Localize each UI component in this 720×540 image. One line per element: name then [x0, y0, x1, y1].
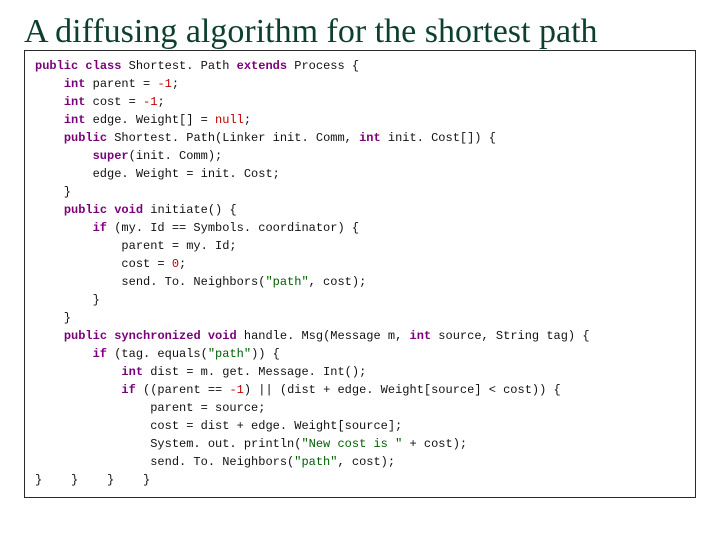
code-text: parent =	[85, 77, 157, 91]
code-block: public class Shortest. Path extends Proc…	[35, 57, 685, 489]
code-text: , cost);	[309, 275, 367, 289]
code-text: ;	[244, 113, 251, 127]
code-text: ;	[179, 257, 186, 271]
kw-if: if	[93, 347, 107, 361]
slide-title: A diffusing algorithm for the shortest p…	[24, 14, 696, 54]
str: "path"	[294, 455, 337, 469]
code-text: edge. Weight[] =	[85, 113, 215, 127]
kw-null: null	[215, 113, 244, 127]
code-text: System. out. println(	[35, 437, 301, 451]
kw-class: class	[85, 59, 121, 73]
kw-int: int	[64, 95, 86, 109]
kw-int: int	[64, 113, 86, 127]
code-text: cost =	[85, 95, 143, 109]
code-text: , cost);	[337, 455, 395, 469]
kw-public: public	[64, 131, 107, 145]
code-text: dist = m. get. Message. Int();	[143, 365, 366, 379]
code-text: source, String tag) {	[431, 329, 589, 343]
code-text: cost =	[35, 257, 172, 271]
code-text: ((parent ==	[136, 383, 230, 397]
code-text: )) {	[251, 347, 280, 361]
code-text: ) || (dist + edge. Weight[source] < cost…	[244, 383, 561, 397]
code-text: }	[35, 185, 71, 199]
code-text: ;	[172, 77, 179, 91]
code-text: initiate() {	[143, 203, 237, 217]
code-text: send. To. Neighbors(	[35, 455, 294, 469]
num: -1	[143, 95, 157, 109]
kw-synchronized: synchronized	[114, 329, 200, 343]
num: -1	[229, 383, 243, 397]
code-text: + cost);	[402, 437, 467, 451]
kw-int: int	[121, 365, 143, 379]
kw-public: public	[35, 59, 78, 73]
code-text: Shortest. Path	[121, 59, 236, 73]
code-text: handle. Msg(Message m,	[237, 329, 410, 343]
code-text: init. Cost[]) {	[381, 131, 496, 145]
slide: A diffusing algorithm for the shortest p…	[0, 0, 720, 540]
kw-extends: extends	[237, 59, 287, 73]
code-box: public class Shortest. Path extends Proc…	[24, 50, 696, 498]
code-text: parent = my. Id;	[35, 239, 237, 253]
num: -1	[157, 77, 171, 91]
kw-public: public	[64, 329, 107, 343]
kw-super: super	[93, 149, 129, 163]
str: "path"	[265, 275, 308, 289]
str: "path"	[208, 347, 251, 361]
code-text: send. To. Neighbors(	[35, 275, 265, 289]
num: 0	[172, 257, 179, 271]
code-text: (init. Comm);	[129, 149, 223, 163]
kw-if: if	[93, 221, 107, 235]
kw-void: void	[208, 329, 237, 343]
code-text: } } } }	[35, 473, 150, 487]
str: "New cost is "	[301, 437, 402, 451]
kw-if: if	[121, 383, 135, 397]
kw-public: public	[64, 203, 107, 217]
code-text: Process {	[287, 59, 359, 73]
kw-int: int	[410, 329, 432, 343]
code-text: ;	[157, 95, 164, 109]
code-text: }	[35, 293, 100, 307]
code-text: edge. Weight = init. Cost;	[35, 167, 280, 181]
code-text: parent = source;	[35, 401, 265, 415]
kw-void: void	[114, 203, 143, 217]
kw-int: int	[359, 131, 381, 145]
code-text: cost = dist + edge. Weight[source];	[35, 419, 402, 433]
code-text: }	[35, 311, 71, 325]
kw-int: int	[64, 77, 86, 91]
code-text: (my. Id == Symbols. coordinator) {	[107, 221, 359, 235]
code-text: (tag. equals(	[107, 347, 208, 361]
code-text: Shortest. Path(Linker init. Comm,	[107, 131, 359, 145]
